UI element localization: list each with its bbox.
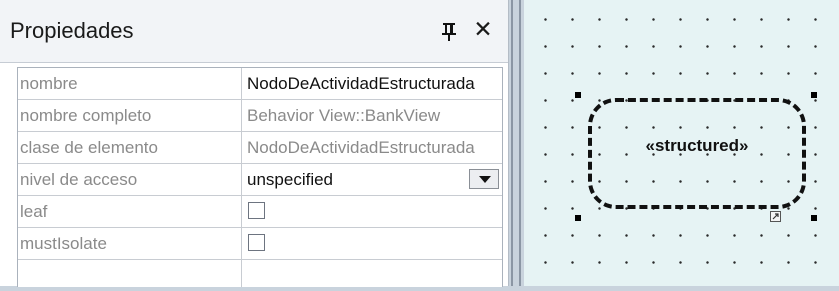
access-level-value: unspecified [247, 170, 334, 189]
property-row-clase-de-elemento[interactable]: clase de elemento NodoDeActividadEstruct… [18, 132, 502, 164]
panel-title: Propiedades [10, 18, 134, 43]
diagram-canvas[interactable]: «structured» [524, 0, 839, 286]
property-grid: nombre NodoDeActividadEstructurada nombr… [17, 67, 503, 287]
splitter-line [511, 0, 513, 286]
access-level-select[interactable]: unspecified [243, 164, 502, 195]
selection-handle[interactable] [811, 215, 817, 221]
selection-handle[interactable] [575, 92, 581, 98]
property-row-nivel-de-acceso[interactable]: nivel de acceso unspecified [18, 164, 502, 196]
property-row-empty [18, 260, 502, 287]
pin-icon[interactable] [440, 18, 458, 42]
property-name: nombre [18, 68, 242, 99]
close-icon[interactable]: ✕ [472, 18, 494, 42]
node-stereotype-label: «structured» [645, 136, 749, 155]
structured-activity-node[interactable]: «structured» [588, 98, 806, 209]
property-row-nombre[interactable]: nombre NodoDeActividadEstructurada [18, 68, 502, 100]
property-row-leaf[interactable]: leaf [18, 196, 502, 228]
splitter-line [519, 0, 521, 286]
property-name: nombre completo [18, 100, 242, 131]
panel-header: Propiedades ✕ [0, 0, 508, 63]
property-value-mustisolate [243, 228, 502, 259]
property-row-mustisolate[interactable]: mustIsolate [18, 228, 502, 260]
property-value-clase-de-elemento: NodoDeActividadEstructurada [247, 138, 475, 157]
property-value-empty [243, 260, 502, 291]
property-name [18, 260, 242, 287]
leaf-checkbox[interactable] [248, 202, 265, 219]
property-name: leaf [18, 196, 242, 227]
resize-grip-icon[interactable] [770, 211, 781, 222]
selection-handle[interactable] [575, 215, 581, 221]
panel-splitter[interactable] [509, 0, 524, 286]
property-value-leaf [243, 196, 502, 227]
properties-panel: Propiedades ✕ nombre NodoDeActividadEstr… [0, 0, 509, 287]
property-name: clase de elemento [18, 132, 242, 163]
property-row-nombre-completo[interactable]: nombre completo Behavior View::BankView [18, 100, 502, 132]
property-value-nombre-completo: Behavior View::BankView [247, 106, 441, 125]
property-name: nivel de acceso [18, 164, 242, 195]
selection-handle[interactable] [811, 92, 817, 98]
mustisolate-checkbox[interactable] [248, 234, 265, 251]
property-name: mustIsolate [18, 228, 242, 259]
property-value-nombre[interactable]: NodoDeActividadEstructurada [243, 68, 502, 99]
chevron-down-icon[interactable] [469, 169, 499, 189]
